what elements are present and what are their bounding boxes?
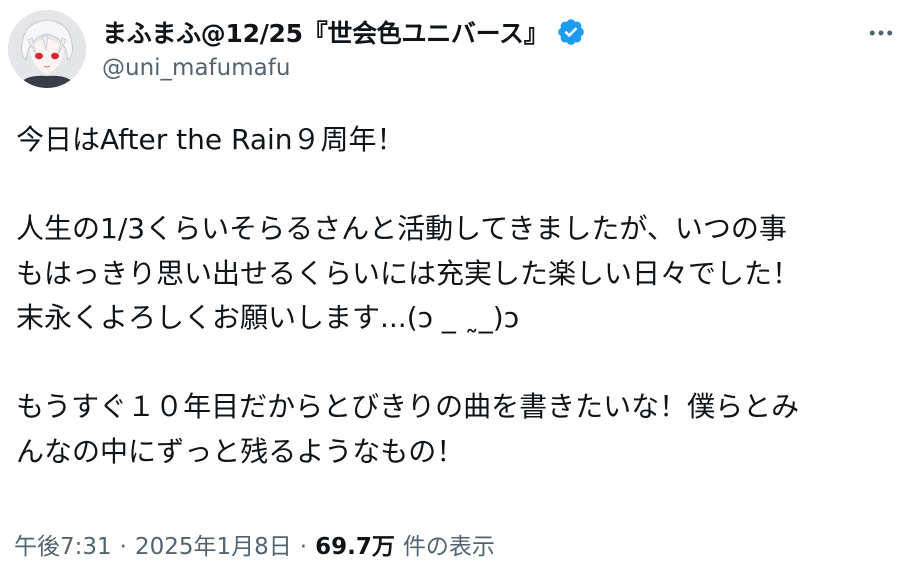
tweet-text: 今日はAfter the Rain９周年！ 人生の1/3くらいそらるさんと活動し… xyxy=(16,118,901,474)
tweet-date[interactable]: 2025年1月8日 xyxy=(135,527,292,561)
user-avatar-icon[interactable] xyxy=(8,10,86,88)
tweet-line: もはっきり思い出せるくらいには充実した楽しい日々でした！ xyxy=(16,256,801,290)
paragraph-break xyxy=(16,163,901,208)
tweet-meta: 午後7:31 · 2025年1月8日 · 69.7万 件の表示 xyxy=(14,527,495,561)
verified-badge-icon[interactable] xyxy=(556,17,586,47)
author-row: まふまふ@12/25『世会色ユニバース』 xyxy=(102,14,586,50)
meta-separator: · xyxy=(119,534,127,560)
paragraph-break xyxy=(16,341,901,386)
tweet-line: 末永くよろしくお願いします...(ɔ _ ˷_)ɔ xyxy=(16,301,520,334)
meta-separator: · xyxy=(299,534,308,560)
tweet-line: もうすぐ１０年目だからとびきりの曲を書きたいな！僕らとみ xyxy=(16,390,800,423)
author-display-name[interactable]: まふまふ@12/25『世会色ユニバース』 xyxy=(102,14,549,50)
tweet-line: んなの中にずっと残るようなもの！ xyxy=(16,434,465,468)
tweet-line: 今日はAfter the Rain９周年！ xyxy=(16,123,405,156)
more-options-icon xyxy=(869,30,893,36)
view-count[interactable]: 69.7万 xyxy=(315,527,395,561)
tweet-time[interactable]: 午後7:31 xyxy=(14,527,112,561)
avatar-illustration xyxy=(8,10,86,88)
tweet-line: 人生の1/3くらいそらるさんと活動してきましたが、いつの事 xyxy=(16,212,787,245)
author-handle[interactable]: @uni_mafumafu xyxy=(102,55,290,81)
more-options-button[interactable] xyxy=(864,16,898,50)
view-count-label: 件の表示 xyxy=(402,534,495,560)
tweet-card: まふまふ@12/25『世会色ユニバース』 @uni_mafumafu 今日はAf… xyxy=(0,0,911,568)
